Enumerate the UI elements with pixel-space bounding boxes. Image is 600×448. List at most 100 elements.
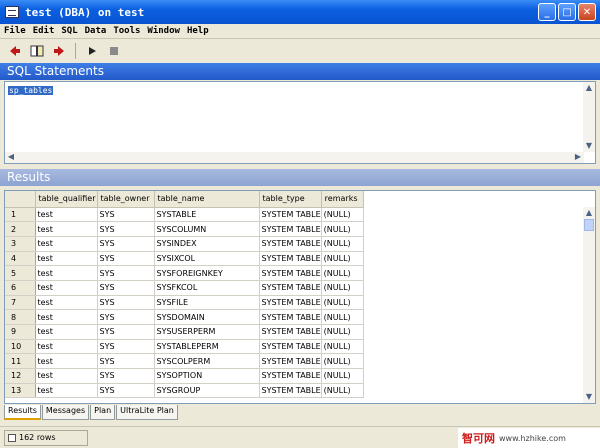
table-cell[interactable]: SYS	[97, 265, 155, 281]
table-cell[interactable]: SYSTEM TABLE	[259, 265, 322, 281]
table-cell[interactable]: test	[35, 324, 98, 340]
table-cell[interactable]: SYSTABLE	[154, 207, 260, 223]
scroll-up-icon[interactable]: ▲	[583, 208, 595, 218]
table-cell[interactable]: SYSCOLPERM	[154, 353, 260, 370]
maximize-button[interactable]: □	[558, 3, 576, 21]
table-row[interactable]: 12 test SYS SYSOPTION SYSTEM TABLE (NULL)	[5, 368, 364, 384]
table-cell[interactable]: SYSCOLUMN	[154, 221, 260, 237]
table-cell[interactable]: test	[35, 236, 98, 252]
row-number[interactable]: 5	[5, 265, 36, 281]
table-cell[interactable]: test	[35, 368, 98, 384]
column-header[interactable]: table_owner	[97, 191, 155, 208]
forward-button[interactable]	[50, 42, 68, 60]
table-cell[interactable]: test	[35, 251, 98, 267]
table-cell[interactable]: SYSDOMAIN	[154, 309, 260, 325]
column-header[interactable]: table_type	[259, 191, 322, 208]
menu-help[interactable]: Help	[187, 26, 209, 36]
table-cell[interactable]: SYSFOREIGNKEY	[154, 265, 260, 281]
table-cell[interactable]: SYS	[97, 207, 155, 223]
table-cell[interactable]: SYSTEM TABLE	[259, 251, 322, 267]
scroll-right-icon[interactable]: ▶	[572, 152, 584, 162]
table-row[interactable]: 10 test SYS SYSTABLEPERM SYSTEM TABLE (NULL)	[5, 339, 364, 355]
row-number[interactable]: 2	[5, 221, 36, 237]
table-cell[interactable]: SYSTEM TABLE	[259, 280, 322, 296]
table-cell[interactable]: test	[35, 295, 98, 311]
table-cell[interactable]: test	[35, 280, 98, 296]
table-cell[interactable]: test	[35, 265, 98, 281]
table-cell[interactable]: test	[35, 221, 98, 237]
table-cell[interactable]: SYS	[97, 309, 155, 325]
menu-window[interactable]: Window	[147, 26, 180, 36]
menu-file[interactable]: File	[4, 26, 26, 36]
table-cell[interactable]: SYS	[97, 324, 155, 340]
table-cell[interactable]: SYS	[97, 221, 155, 237]
table-row[interactable]: 9 test SYS SYSUSERPERM SYSTEM TABLE (NULL)	[5, 324, 364, 340]
scroll-down-icon[interactable]: ▼	[583, 141, 595, 151]
table-cell[interactable]: SYSTEM TABLE	[259, 295, 322, 311]
title-bar[interactable]: test (DBA) on test _ □ ✕	[0, 0, 600, 24]
row-number[interactable]: 6	[5, 280, 36, 296]
table-cell[interactable]: (NULL)	[321, 251, 364, 267]
table-cell[interactable]: test	[35, 353, 98, 370]
row-number[interactable]: 11	[5, 353, 36, 370]
tab-messages[interactable]: Messages	[41, 405, 90, 420]
sql-statement-text[interactable]: sp_tables	[8, 86, 54, 95]
row-number[interactable]: 3	[5, 236, 36, 252]
table-row[interactable]: 6 test SYS SYSFKCOL SYSTEM TABLE (NULL)	[5, 280, 364, 296]
minimize-button[interactable]: _	[538, 3, 556, 21]
table-cell[interactable]: SYSTEM TABLE	[259, 221, 322, 237]
menu-sql[interactable]: SQL	[61, 26, 77, 36]
table-cell[interactable]: test	[35, 383, 98, 399]
grid-corner[interactable]	[5, 191, 36, 208]
table-row[interactable]: 3 test SYS SYSINDEX SYSTEM TABLE (NULL)	[5, 236, 364, 252]
close-button[interactable]: ✕	[578, 3, 596, 21]
table-cell[interactable]: (NULL)	[321, 265, 364, 281]
table-cell[interactable]: (NULL)	[321, 309, 364, 325]
table-cell[interactable]: SYSTEM TABLE	[259, 324, 322, 340]
row-number[interactable]: 4	[5, 251, 36, 267]
results-vertical-scrollbar[interactable]: ▲ ▼	[583, 207, 595, 403]
row-number[interactable]: 13	[5, 383, 36, 399]
row-number[interactable]: 8	[5, 309, 36, 325]
table-cell[interactable]: (NULL)	[321, 324, 364, 340]
table-cell[interactable]: test	[35, 339, 98, 355]
scroll-down-icon[interactable]: ▼	[583, 392, 595, 402]
row-number[interactable]: 7	[5, 295, 36, 311]
column-header[interactable]: table_name	[154, 191, 260, 208]
table-cell[interactable]: SYSFKCOL	[154, 280, 260, 296]
table-cell[interactable]: SYSTEM TABLE	[259, 353, 322, 370]
menu-data[interactable]: Data	[85, 26, 107, 36]
menu-tools[interactable]: Tools	[113, 26, 140, 36]
table-cell[interactable]: SYSGROUP	[154, 383, 260, 399]
table-cell[interactable]: SYSOPTION	[154, 368, 260, 384]
table-row[interactable]: 2 test SYS SYSCOLUMN SYSTEM TABLE (NULL)	[5, 221, 364, 237]
row-number[interactable]: 9	[5, 324, 36, 340]
table-cell[interactable]: SYSTEM TABLE	[259, 383, 322, 399]
row-number[interactable]: 10	[5, 339, 36, 355]
table-cell[interactable]: (NULL)	[321, 295, 364, 311]
table-cell[interactable]: (NULL)	[321, 368, 364, 384]
tab-plan[interactable]: Plan	[90, 405, 116, 420]
table-cell[interactable]: SYS	[97, 339, 155, 355]
table-cell[interactable]: (NULL)	[321, 280, 364, 296]
table-cell[interactable]: SYSTEM TABLE	[259, 309, 322, 325]
table-cell[interactable]: SYSTEM TABLE	[259, 207, 322, 223]
sql-vertical-scrollbar[interactable]: ▲ ▼	[583, 82, 595, 152]
column-header[interactable]: remarks	[321, 191, 364, 208]
table-cell[interactable]: SYSUSERPERM	[154, 324, 260, 340]
table-cell[interactable]: SYS	[97, 280, 155, 296]
table-row[interactable]: 4 test SYS SYSIXCOL SYSTEM TABLE (NULL)	[5, 251, 364, 267]
menu-edit[interactable]: Edit	[33, 26, 55, 36]
table-cell[interactable]: SYSFILE	[154, 295, 260, 311]
table-cell[interactable]: (NULL)	[321, 339, 364, 355]
table-row[interactable]: 13 test SYS SYSGROUP SYSTEM TABLE (NULL)	[5, 383, 364, 399]
table-cell[interactable]: (NULL)	[321, 383, 364, 399]
table-cell[interactable]: test	[35, 309, 98, 325]
sql-horizontal-scrollbar[interactable]: ◀ ▶	[5, 152, 584, 163]
open-button[interactable]	[28, 42, 46, 60]
table-cell[interactable]: SYS	[97, 295, 155, 311]
table-cell[interactable]: SYSTABLEPERM	[154, 339, 260, 355]
table-row[interactable]: 1 test SYS SYSTABLE SYSTEM TABLE (NULL)	[5, 207, 364, 223]
table-cell[interactable]: SYS	[97, 236, 155, 252]
table-row[interactable]: 5 test SYS SYSFOREIGNKEY SYSTEM TABLE (NULL)	[5, 265, 364, 281]
